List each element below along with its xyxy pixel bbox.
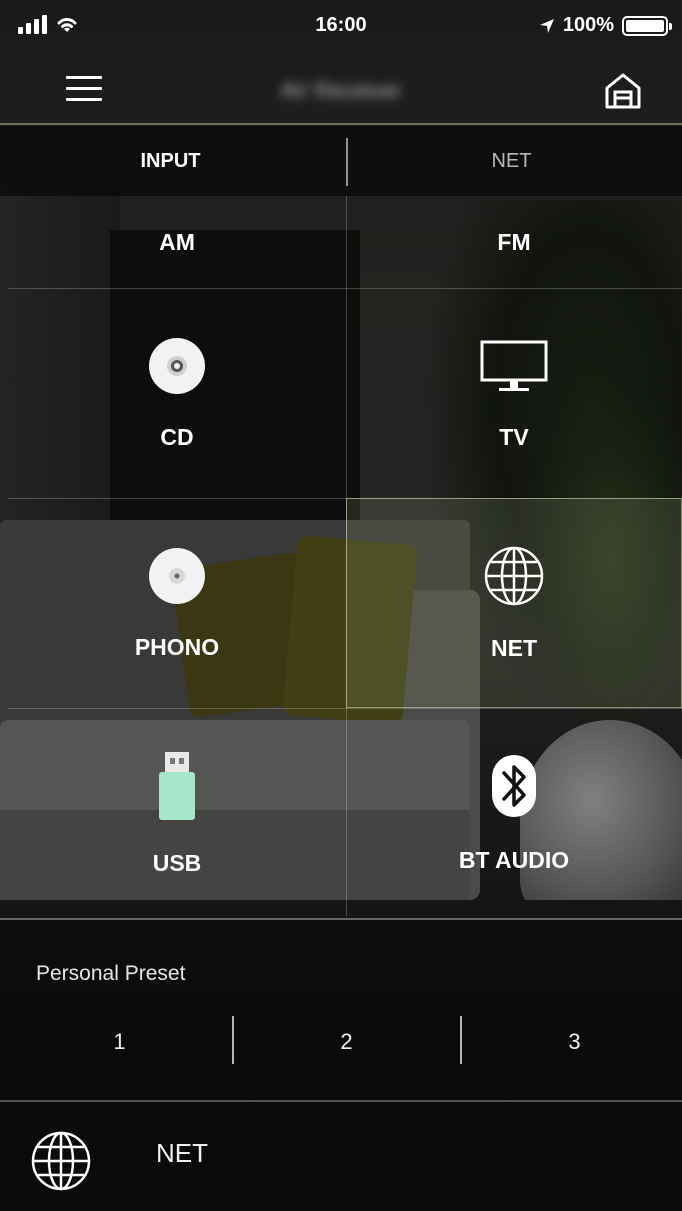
source-tv[interactable]: TV xyxy=(346,288,682,498)
tab-divider xyxy=(346,138,348,186)
personal-preset-panel: Personal Preset 1 2 3 xyxy=(0,920,682,1100)
tv-icon xyxy=(480,340,548,391)
tab-input[interactable]: INPUT xyxy=(0,126,341,196)
source-label: USB xyxy=(152,849,202,876)
tab-net[interactable]: NET xyxy=(341,126,682,196)
source-phono[interactable]: PHONO xyxy=(8,498,346,708)
preset-2-button[interactable]: 2 xyxy=(234,1014,459,1070)
source-usb[interactable]: USB xyxy=(8,708,346,918)
source-label: PHONO xyxy=(134,633,220,660)
source-label: FM xyxy=(497,228,531,255)
source-label: NET xyxy=(491,634,537,661)
home-icon[interactable] xyxy=(602,70,644,112)
header-divider xyxy=(0,123,682,125)
record-icon xyxy=(149,547,205,604)
bluetooth-icon xyxy=(492,754,536,817)
source-am[interactable]: AM xyxy=(8,196,346,288)
source-bt-audio[interactable]: BT AUDIO xyxy=(346,708,682,918)
source-label: TV xyxy=(499,423,529,450)
app-title: AV Receiver xyxy=(280,78,402,103)
source-label: CD xyxy=(160,423,194,450)
globe-icon xyxy=(31,1131,91,1191)
source-fm[interactable]: FM xyxy=(346,196,682,288)
usb-drive-icon xyxy=(159,751,195,820)
source-label: AM xyxy=(159,228,195,255)
personal-preset-title: Personal Preset xyxy=(36,962,186,985)
source-tabs: INPUT NET xyxy=(0,126,682,196)
now-playing-label: NET xyxy=(156,1138,208,1168)
preset-3-button[interactable]: 3 xyxy=(462,1014,682,1070)
battery-icon xyxy=(622,15,672,36)
battery-percent: 100% xyxy=(562,14,614,36)
status-bar: 16:00 100% xyxy=(0,0,682,56)
app-header: AV Receiver xyxy=(0,56,682,126)
disc-icon xyxy=(149,337,205,394)
location-arrow-icon xyxy=(539,18,554,33)
now-playing-bar[interactable]: NET xyxy=(0,1102,682,1211)
source-cd[interactable]: CD xyxy=(8,288,346,498)
globe-icon xyxy=(484,546,544,605)
source-label: BT AUDIO xyxy=(458,846,570,873)
source-net[interactable]: NET xyxy=(346,498,682,708)
preset-1-button[interactable]: 1 xyxy=(7,1014,232,1070)
